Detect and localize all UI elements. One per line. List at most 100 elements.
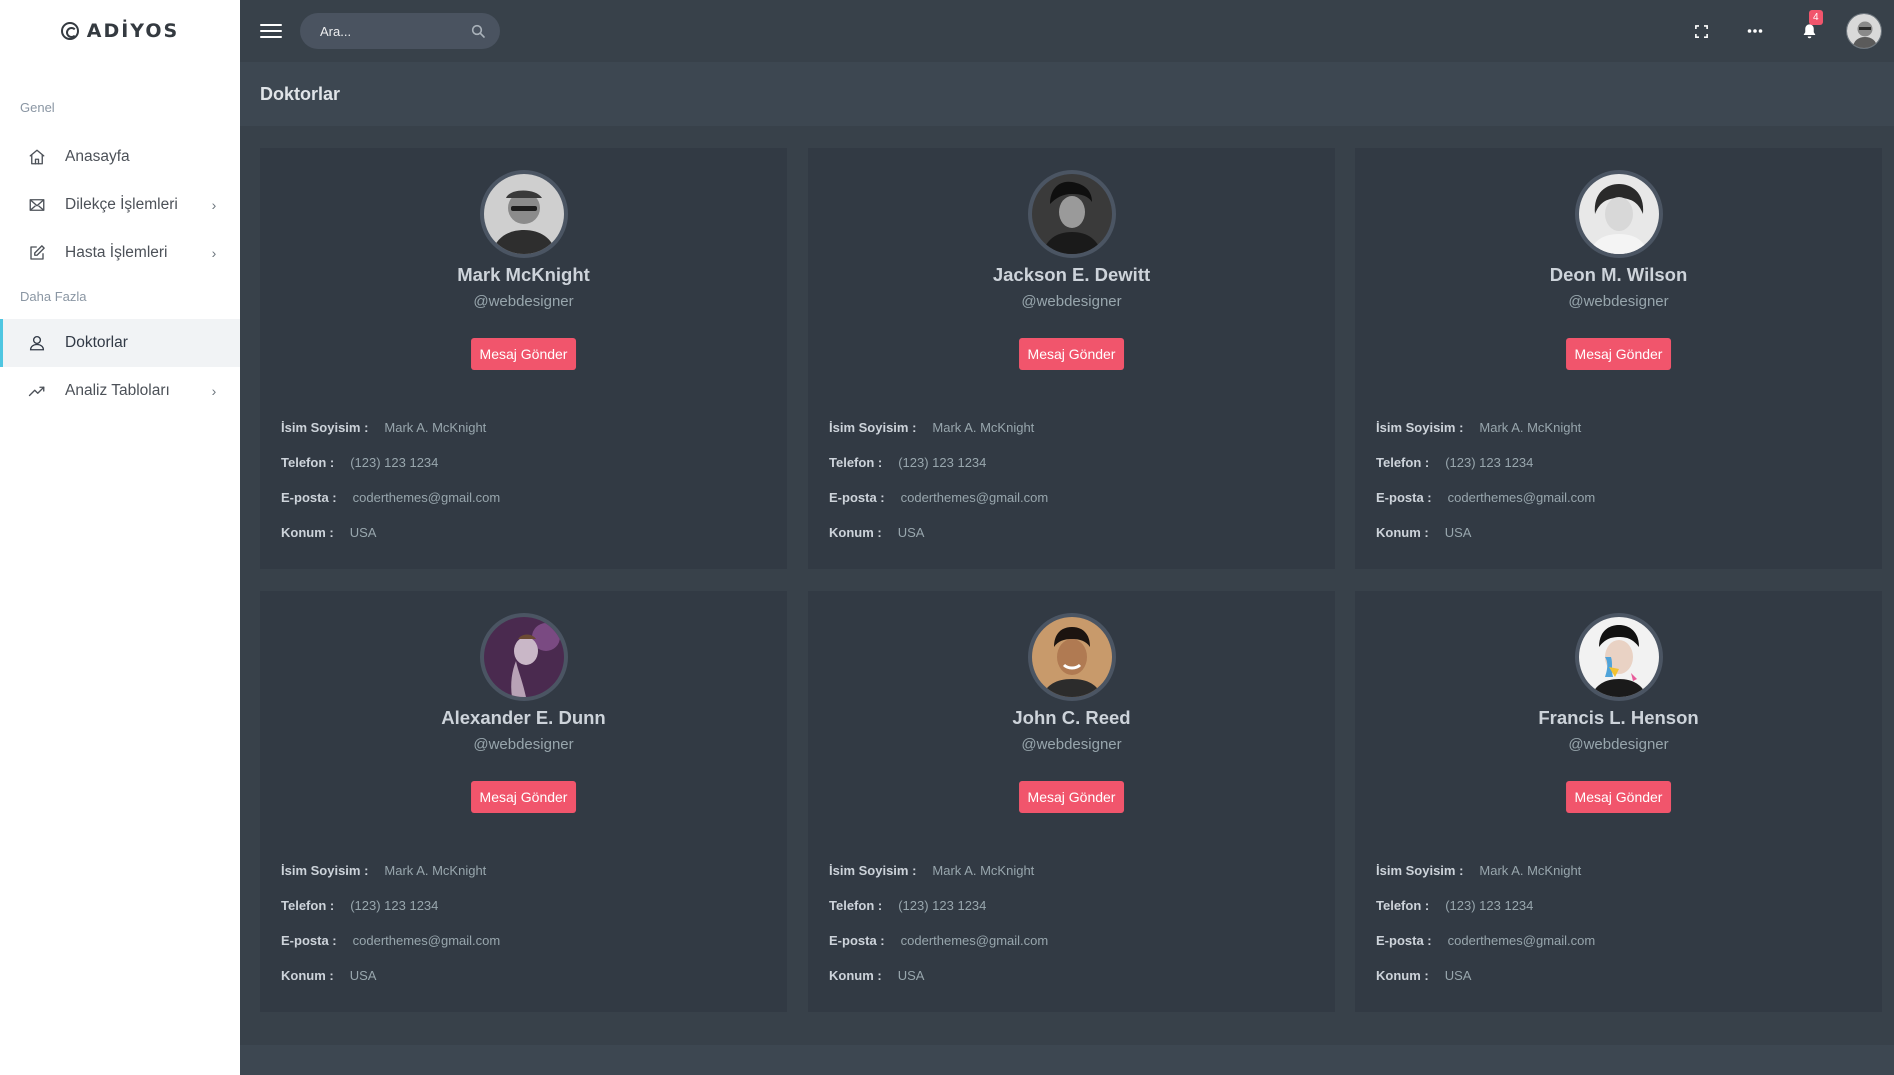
envelope-icon <box>26 195 48 215</box>
doctor-handle: @webdesigner <box>1021 736 1122 753</box>
info-label: E-posta : <box>281 490 337 505</box>
info-value: coderthemes@gmail.com <box>352 933 501 948</box>
chevron-right-icon: › <box>211 383 217 399</box>
logo[interactable]: ADİYOS <box>0 0 240 62</box>
info-label: Konum : <box>1376 525 1429 540</box>
doctor-avatar <box>1027 613 1116 701</box>
info-value: USA <box>1444 525 1472 540</box>
send-message-button[interactable]: Mesaj Gönder <box>470 781 577 813</box>
user-icon <box>26 333 48 353</box>
info-value: USA <box>897 968 925 983</box>
bell-icon <box>1803 23 1815 38</box>
notification-badge: 4 <box>1809 10 1823 25</box>
info-label: İsim Soyisim : <box>281 420 369 435</box>
sidebar-item-hasta[interactable]: Hasta İşlemleri › <box>0 229 240 277</box>
info-label: İsim Soyisim : <box>829 863 917 878</box>
info-label: İsim Soyisim : <box>281 863 369 878</box>
info-label: Telefon : <box>829 898 883 913</box>
send-message-button[interactable]: Mesaj Gönder <box>1565 781 1672 813</box>
info-label: Konum : <box>281 968 334 983</box>
info-label: Konum : <box>829 525 882 540</box>
info-label: Konum : <box>281 525 334 540</box>
notification-button[interactable]: 4 <box>1782 0 1836 62</box>
doctor-info: İsim Soyisim : Mark A. McKnight Telefon :… <box>829 853 1048 993</box>
topbar-actions: 4 <box>1674 0 1894 62</box>
fullscreen-icon <box>1694 24 1708 38</box>
info-value: (123) 123 1234 <box>1445 898 1534 913</box>
doctor-info: İsim Soyisim : Mark A. McKnight Telefon :… <box>1376 410 1595 550</box>
sidebar-item-label: Anasayfa <box>65 148 130 165</box>
doctor-handle: @webdesigner <box>473 736 574 753</box>
doctor-info: İsim Soyisim : Mark A. McKnight Telefon :… <box>281 410 500 550</box>
info-value: USA <box>897 525 925 540</box>
info-label: E-posta : <box>1376 933 1432 948</box>
doctor-name: Deon M. Wilson <box>1549 264 1688 285</box>
sidebar: ADİYOS Genel Anasayfa Dilekçe İşlemleri … <box>0 0 240 1075</box>
doctor-card: Francis L. Henson @webdesigner Mesaj Gön… <box>1355 591 1882 1012</box>
sidebar-item-dilekce[interactable]: Dilekçe İşlemleri › <box>0 181 240 229</box>
doctor-info: İsim Soyisim : Mark A. McKnight Telefon :… <box>1376 853 1595 993</box>
info-label: İsim Soyisim : <box>1376 863 1464 878</box>
sidebar-item-label: Hasta İşlemleri <box>65 244 168 261</box>
send-message-button[interactable]: Mesaj Gönder <box>470 338 577 370</box>
doctor-name: Mark McKnight <box>457 264 590 285</box>
menu-section-title: Genel <box>20 100 55 115</box>
user-avatar[interactable] <box>1846 13 1882 49</box>
info-value: (123) 123 1234 <box>350 898 439 913</box>
logo-icon <box>60 22 79 40</box>
info-value: USA <box>1444 968 1472 983</box>
doctor-card: Deon M. Wilson @webdesigner Mesaj Gönder… <box>1355 148 1882 569</box>
info-value: (123) 123 1234 <box>898 455 987 470</box>
sidebar-item-anasayfa[interactable]: Anasayfa <box>0 133 240 181</box>
search-box <box>300 13 500 49</box>
menu-section-title: Daha Fazla <box>20 289 87 304</box>
info-value: coderthemes@gmail.com <box>352 490 501 505</box>
info-label: E-posta : <box>281 933 337 948</box>
info-value: Mark A. McKnight <box>384 420 487 435</box>
doctor-name: Alexander E. Dunn <box>441 707 606 728</box>
doctor-avatar <box>479 613 568 701</box>
doctor-handle: @webdesigner <box>1568 736 1669 753</box>
chevron-right-icon: › <box>211 245 217 261</box>
sidebar-item-analiz[interactable]: Analiz Tabloları › <box>0 367 240 415</box>
more-icon <box>1747 29 1763 33</box>
doctor-handle: @webdesigner <box>473 293 574 310</box>
info-label: Telefon : <box>829 455 883 470</box>
doctor-info: İsim Soyisim : Mark A. McKnight Telefon :… <box>829 410 1048 550</box>
info-label: İsim Soyisim : <box>1376 420 1464 435</box>
doctor-info: İsim Soyisim : Mark A. McKnight Telefon :… <box>281 853 500 993</box>
info-label: Telefon : <box>1376 898 1430 913</box>
info-label: Konum : <box>1376 968 1429 983</box>
more-button[interactable] <box>1728 0 1782 62</box>
info-value: (123) 123 1234 <box>350 455 439 470</box>
doctor-card: John C. Reed @webdesigner Mesaj Gönder İ… <box>808 591 1335 1012</box>
info-value: USA <box>349 968 377 983</box>
info-label: E-posta : <box>1376 490 1432 505</box>
edit-icon <box>26 243 48 263</box>
info-label: E-posta : <box>829 490 885 505</box>
doctor-name: Jackson E. Dewitt <box>992 264 1151 285</box>
send-message-button[interactable]: Mesaj Gönder <box>1565 338 1672 370</box>
info-value: Mark A. McKnight <box>932 420 1035 435</box>
sidebar-item-doktorlar[interactable]: Doktorlar <box>0 319 240 367</box>
home-icon <box>26 147 48 167</box>
doctor-card: Mark McKnight @webdesigner Mesaj Gönder … <box>260 148 787 569</box>
info-value: Mark A. McKnight <box>932 863 1035 878</box>
send-message-button[interactable]: Mesaj Gönder <box>1018 338 1125 370</box>
send-message-button[interactable]: Mesaj Gönder <box>1018 781 1125 813</box>
info-value: USA <box>349 525 377 540</box>
doctor-handle: @webdesigner <box>1568 293 1669 310</box>
doctor-card: Alexander E. Dunn @webdesigner Mesaj Gön… <box>260 591 787 1012</box>
topbar: 4 <box>240 0 1894 62</box>
page-title-bar: Doktorlar <box>240 62 1894 126</box>
search-icon[interactable] <box>470 23 486 39</box>
trending-up-icon <box>26 381 48 401</box>
info-value: coderthemes@gmail.com <box>1447 490 1596 505</box>
logo-text: ADİYOS <box>86 20 180 42</box>
info-value: coderthemes@gmail.com <box>900 490 1049 505</box>
doctor-handle: @webdesigner <box>1021 293 1122 310</box>
fullscreen-button[interactable] <box>1674 0 1728 62</box>
info-value: Mark A. McKnight <box>1479 863 1582 878</box>
info-value: Mark A. McKnight <box>1479 420 1582 435</box>
menu-icon[interactable] <box>260 24 282 38</box>
